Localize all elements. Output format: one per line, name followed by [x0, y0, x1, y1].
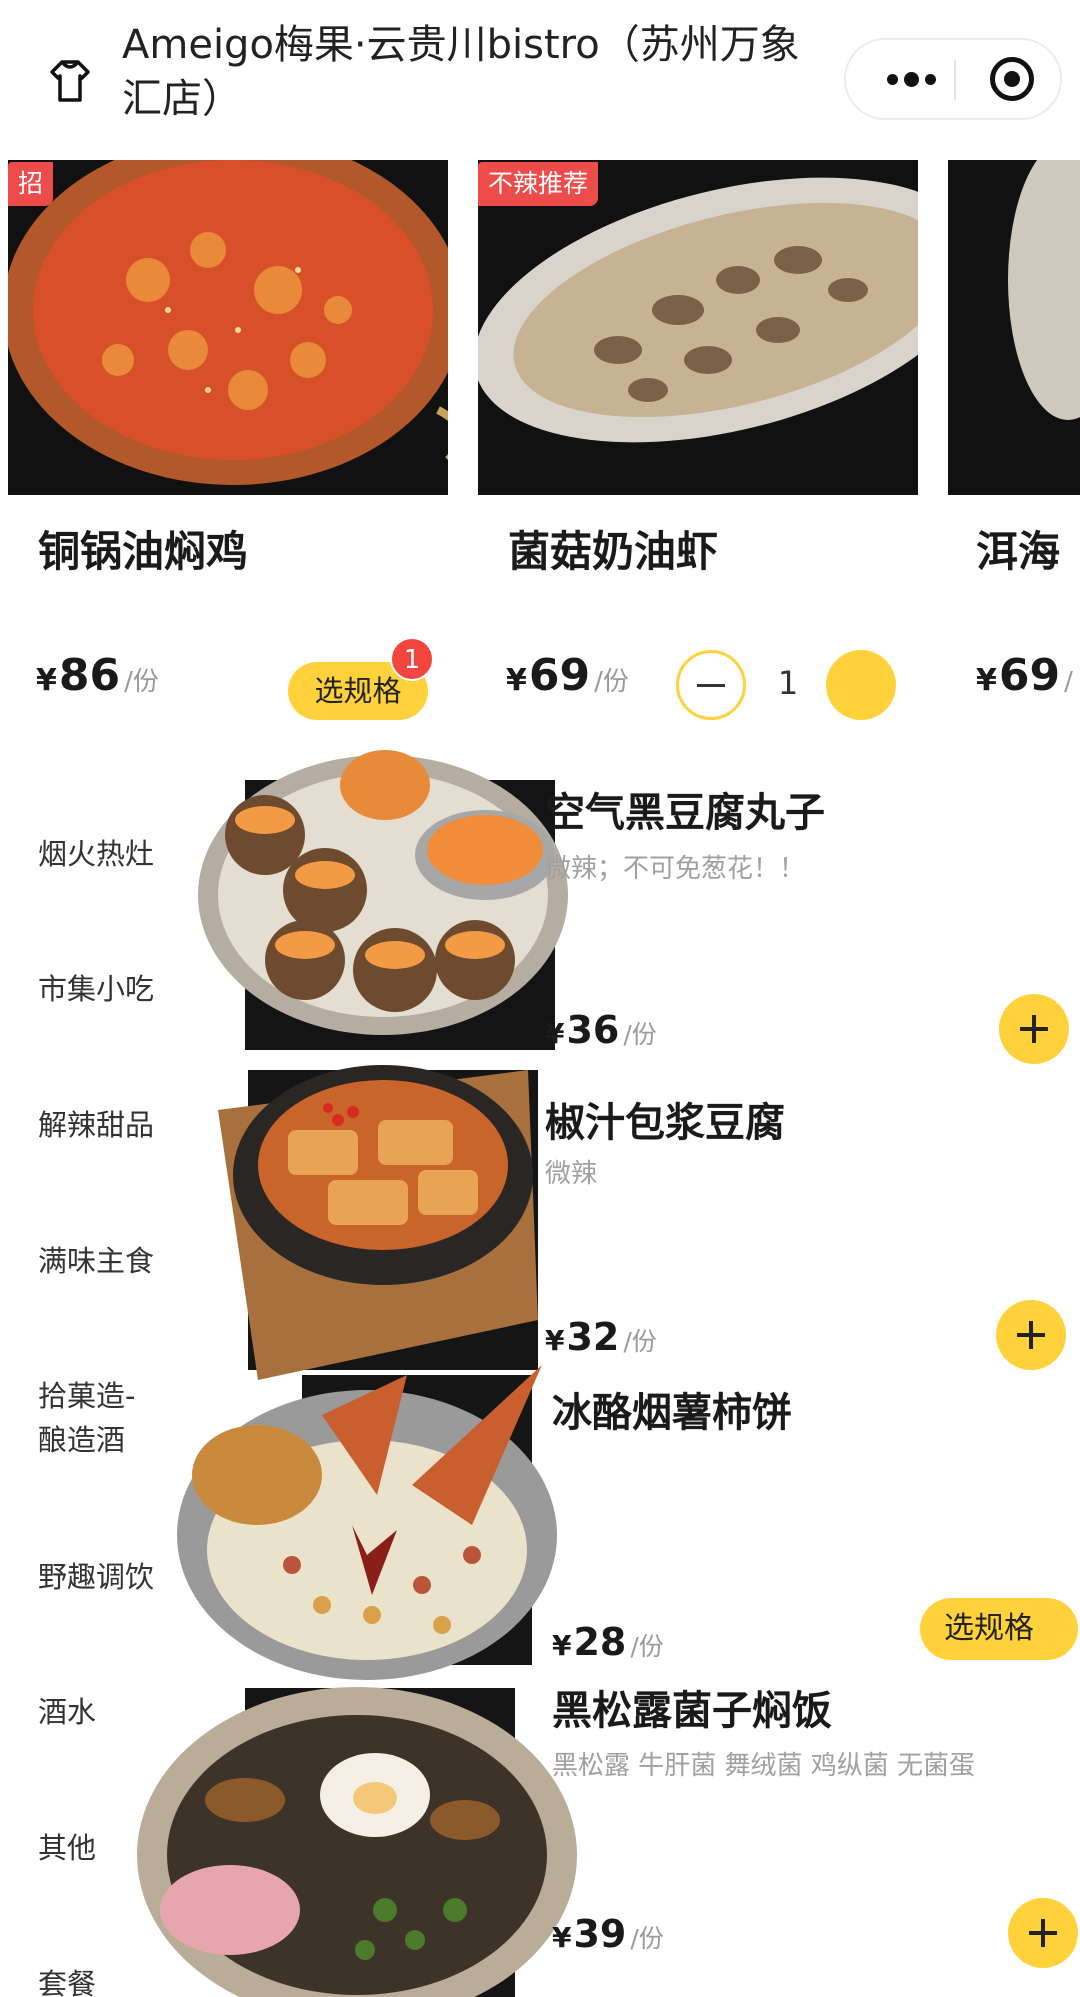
- price-unit: /份: [623, 1327, 657, 1356]
- dish-price: ¥39/份: [552, 1912, 664, 1956]
- dish-name: 黑松露菌子焖饭: [552, 1688, 832, 1734]
- page-title: Ameigo梅果·云贵川bistro（苏州万象汇店）: [122, 22, 800, 122]
- plus-icon[interactable]: [1008, 1898, 1078, 1968]
- cart-count-badge: 1: [390, 637, 434, 681]
- dish-description: 黑松露 牛肝菌 舞绒菌 鸡纵菌 无菌蛋: [552, 1751, 976, 1781]
- select-spec-button[interactable]: 选规格: [920, 1598, 1078, 1660]
- dish-name: 洱海: [976, 527, 1061, 576]
- price-value: 69: [528, 650, 591, 701]
- product-item[interactable]: 空气黑豆腐丸子 微辣；不可免葱花！！ ¥36/份: [0, 740, 1080, 1064]
- currency-symbol: ¥: [552, 1921, 572, 1954]
- price-value: 28: [573, 1620, 627, 1664]
- price-value: 69: [998, 650, 1061, 701]
- more-icon[interactable]: [876, 40, 946, 118]
- currency-symbol: ¥: [506, 663, 527, 698]
- price-unit: /份: [594, 667, 629, 697]
- mini-program-capsule: [844, 38, 1062, 120]
- dish-name: 椒汁包浆豆腐: [545, 1100, 785, 1146]
- dish-photo: [195, 740, 570, 1050]
- dish-photo: [478, 160, 918, 495]
- quantity-stepper: 1: [676, 650, 906, 722]
- home-icon[interactable]: [40, 56, 100, 106]
- dish-price: ¥28/份: [552, 1620, 664, 1664]
- dish-description: 微辣；不可免葱花！！: [545, 854, 806, 884]
- target-icon[interactable]: [990, 57, 1034, 101]
- dish-name: 冰酪烟薯柿饼: [552, 1390, 792, 1436]
- currency-symbol: ¥: [36, 663, 57, 698]
- promo-tag: 招: [8, 162, 54, 206]
- price-value: 86: [58, 650, 121, 701]
- product-item[interactable]: 黑松露菌子焖饭 黑松露 牛肝菌 舞绒菌 鸡纵菌 无菌蛋 ¥39/份: [0, 1680, 1080, 1997]
- dish-photo: [8, 160, 448, 495]
- nav-bar: Ameigo梅果·云贵川bistro（苏州万象汇店）: [0, 0, 1080, 150]
- dish-price: ¥86/份: [36, 650, 159, 701]
- price-unit: /份: [124, 667, 159, 697]
- dish-name: 空气黑豆腐丸子: [545, 790, 825, 836]
- price-value: 39: [573, 1912, 627, 1956]
- price-value: 36: [566, 1008, 620, 1052]
- minus-icon[interactable]: [676, 650, 746, 720]
- price-unit: /份: [630, 1924, 664, 1953]
- currency-symbol: ¥: [545, 1324, 565, 1357]
- dish-photo: [218, 1050, 538, 1380]
- quantity-value: 1: [777, 664, 799, 702]
- plus-icon[interactable]: [826, 650, 896, 720]
- price-unit: /份: [630, 1632, 664, 1661]
- product-item[interactable]: 冰酪烟薯柿饼 ¥28/份 选规格: [0, 1355, 1080, 1685]
- recommended-carousel[interactable]: 招 铜锅油焖鸡 ¥86/份 选规格 1 不辣推荐 菌菇奶油虾 ¥69/份 1 洱…: [0, 160, 1080, 780]
- dish-name: 铜锅油焖鸡: [38, 527, 249, 576]
- dish-name: 菌菇奶油虾: [508, 527, 719, 576]
- currency-symbol: ¥: [545, 1017, 565, 1050]
- price-unit: /: [1064, 667, 1073, 697]
- price-unit: /份: [623, 1020, 657, 1049]
- dish-photo: [948, 160, 1080, 495]
- currency-symbol: ¥: [552, 1629, 572, 1662]
- dish-price: ¥69/份: [506, 650, 629, 701]
- dish-photo: [172, 1355, 562, 1685]
- product-item[interactable]: 椒汁包浆豆腐 微辣 ¥32/份: [0, 1050, 1080, 1380]
- price-value: 32: [566, 1315, 620, 1359]
- recommended-card[interactable]: 不辣推荐 菌菇奶油虾 ¥69/份 1: [478, 160, 918, 780]
- capsule-divider: [954, 60, 956, 100]
- dish-price: ¥36/份: [545, 1008, 657, 1052]
- currency-symbol: ¥: [976, 663, 997, 698]
- dish-photo: [135, 1680, 580, 1997]
- promo-tag: 不辣推荐: [478, 162, 599, 206]
- recommended-card[interactable]: 洱海 ¥69/: [948, 160, 1080, 780]
- recommended-card[interactable]: 招 铜锅油焖鸡 ¥86/份 选规格 1: [8, 160, 448, 780]
- dish-price: ¥69/: [976, 650, 1073, 701]
- dish-description: 微辣: [545, 1159, 598, 1189]
- dish-price: ¥32/份: [545, 1315, 657, 1359]
